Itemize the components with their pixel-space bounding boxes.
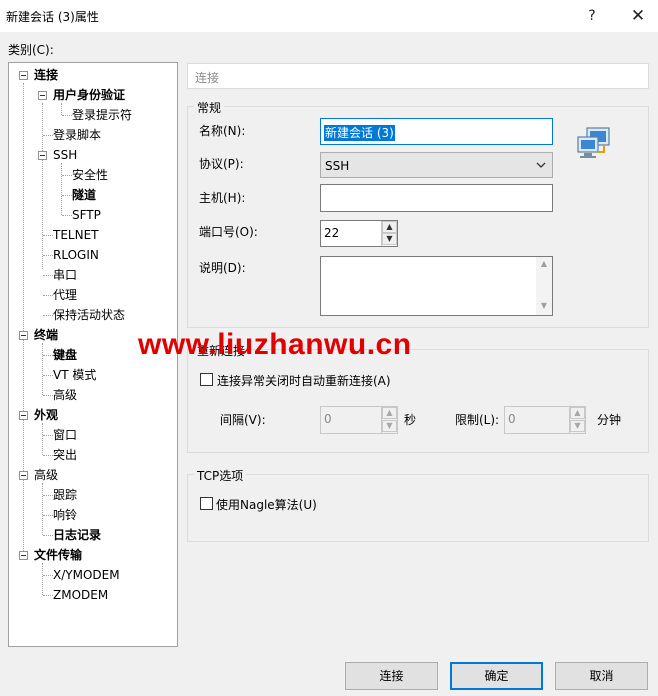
tree-item-user-auth[interactable]: 用户身份验证 [53, 86, 125, 104]
name-input[interactable]: 新建会话 (3) [320, 118, 553, 145]
close-button[interactable]: ✕ [618, 4, 658, 28]
section-header-text: 连接 [195, 71, 220, 85]
scroll-up-icon[interactable]: ▲ [536, 259, 552, 273]
help-button[interactable]: ? [572, 4, 612, 28]
tree-item-keyboard[interactable]: 键盘 [53, 346, 77, 364]
nagle-label[interactable]: 使用Nagle算法(U) [216, 496, 317, 513]
connect-button[interactable]: 连接 [345, 662, 438, 690]
tree-item-ssh[interactable]: SSH [53, 146, 77, 164]
tree-item-telnet[interactable]: TELNET [53, 226, 99, 244]
port-input[interactable]: 22 ▲ ▼ [320, 220, 398, 247]
ok-button[interactable]: 确定 [450, 662, 543, 690]
collapse-icon[interactable] [38, 151, 47, 160]
collapse-icon[interactable] [19, 551, 28, 560]
port-label: 端口号(O): [199, 225, 258, 239]
protocol-label: 协议(P): [199, 157, 244, 171]
tree-item-file-transfer[interactable]: 文件传输 [34, 546, 82, 564]
tree-item-rlogin[interactable]: RLOGIN [53, 246, 99, 264]
tree-item-connection[interactable]: 连接 [34, 66, 58, 84]
tree-item-login-prompt[interactable]: 登录提示符 [72, 106, 132, 124]
interval-unit: 秒 [404, 413, 417, 427]
tree-item-proxy[interactable]: 代理 [53, 286, 77, 304]
tree-item-terminal-advanced[interactable]: 高级 [53, 386, 77, 404]
general-group-title: 常规 [194, 99, 225, 116]
limit-spin-down-icon[interactable]: ▼ [570, 420, 585, 432]
tree-item-window[interactable]: 窗口 [53, 426, 77, 444]
nagle-checkbox[interactable] [200, 497, 213, 510]
tree-item-tunnel[interactable]: 隧道 [72, 186, 96, 204]
auto-reconnect-checkbox[interactable] [200, 373, 213, 386]
description-label: 说明(D): [199, 261, 246, 275]
limit-unit: 分钟 [597, 413, 622, 427]
port-input-value: 22 [324, 226, 340, 240]
protocol-select[interactable]: SSH [320, 152, 553, 178]
tree-item-logging[interactable]: 日志记录 [53, 526, 101, 544]
collapse-icon[interactable] [38, 91, 47, 100]
tree-item-appearance[interactable]: 外观 [34, 406, 58, 424]
interval-input-value: 0 [324, 412, 332, 426]
reconnect-group: 重新连接 [187, 342, 649, 453]
tree-item-sftp[interactable]: SFTP [72, 206, 101, 224]
port-spin-up-icon[interactable]: ▲ [382, 221, 397, 233]
limit-input[interactable]: 0 ▲ ▼ [504, 406, 586, 434]
collapse-icon[interactable] [19, 331, 28, 340]
watermark-text: www.liuzhanwu.cn [138, 328, 412, 361]
port-spin-down-icon[interactable]: ▼ [382, 233, 397, 245]
network-computer-icon [577, 127, 610, 158]
auto-reconnect-label[interactable]: 连接异常关闭时自动重新连接(A) [217, 372, 391, 389]
tree-item-keepalive[interactable]: 保持活动状态 [53, 306, 125, 324]
scroll-down-icon[interactable]: ▼ [536, 301, 552, 315]
interval-label: 间隔(V): [220, 413, 266, 427]
protocol-select-value: SSH [325, 159, 350, 173]
interval-spin-down-icon[interactable]: ▼ [382, 420, 397, 432]
tree-item-highlight[interactable]: 突出 [53, 446, 77, 464]
tree-item-xymodem[interactable]: X/YMODEM [53, 566, 120, 584]
title-bar: 新建会话 (3)属性 ? ✕ [0, 0, 658, 32]
tree-item-zmodem[interactable]: ZMODEM [53, 586, 108, 604]
interval-input[interactable]: 0 ▲ ▼ [320, 406, 398, 434]
description-scrollbar[interactable]: ▲ ▼ [536, 257, 552, 315]
collapse-icon[interactable] [19, 471, 28, 480]
tree-item-vt-mode[interactable]: VT 模式 [53, 366, 96, 384]
tcp-group-title: TCP选项 [194, 467, 247, 484]
host-input[interactable] [320, 184, 553, 212]
name-input-value: 新建会话 (3) [324, 125, 395, 141]
tree-item-security[interactable]: 安全性 [72, 166, 108, 184]
collapse-icon[interactable] [19, 71, 28, 80]
cancel-button[interactable]: 取消 [555, 662, 648, 690]
category-label: 类别(C): [8, 43, 54, 57]
tree-item-serial[interactable]: 串口 [53, 266, 77, 284]
limit-spin-up-icon[interactable]: ▲ [570, 407, 585, 419]
tree-item-terminal[interactable]: 终端 [34, 326, 58, 344]
host-label: 主机(H): [199, 191, 246, 205]
interval-spin-up-icon[interactable]: ▲ [382, 407, 397, 419]
chevron-down-icon [535, 155, 547, 178]
collapse-icon[interactable] [19, 411, 28, 420]
description-textarea[interactable]: ▲ ▼ [320, 256, 553, 316]
tree-item-advanced[interactable]: 高级 [34, 466, 58, 484]
tree-item-bell[interactable]: 响铃 [53, 506, 77, 524]
tree-item-trace[interactable]: 跟踪 [53, 486, 77, 504]
tree-item-login-script[interactable]: 登录脚本 [53, 126, 101, 144]
limit-label: 限制(L): [455, 413, 500, 427]
name-label: 名称(N): [199, 124, 246, 138]
window-title: 新建会话 (3)属性 [6, 10, 99, 24]
limit-input-value: 0 [508, 412, 516, 426]
section-header: 连接 [187, 63, 649, 89]
